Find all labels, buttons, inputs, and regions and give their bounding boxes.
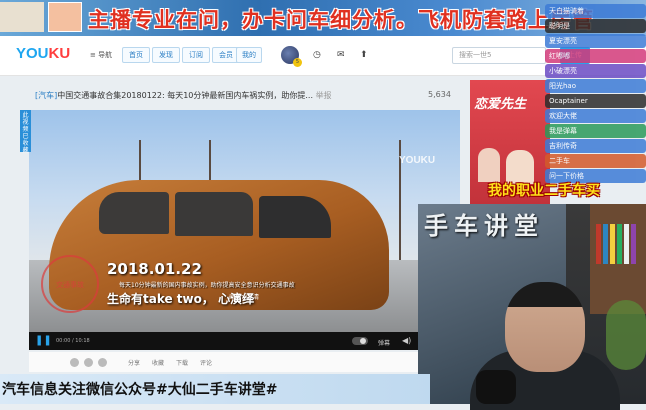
top-banner-text: 主播专业在问，办卡问车细分析。飞机防套路上房管: [88, 8, 594, 32]
top-left-thumbnail: [0, 2, 44, 32]
streamer-avatar: [48, 2, 82, 32]
car-window: [259, 196, 331, 238]
video-caption-small: 每天10分钟最新的国内事故实例，助你提高安全意识分析交通事故: [119, 282, 295, 289]
time-label: 00:00 / 10:18: [56, 338, 90, 344]
tab-home[interactable]: 首页: [122, 47, 150, 63]
chat-message: 红嘟嘟: [545, 49, 646, 63]
action-share[interactable]: 分享: [128, 358, 140, 367]
coin-icon[interactable]: [98, 358, 107, 367]
book: [610, 224, 615, 264]
nav-menu-button[interactable]: ≡ 导航: [90, 50, 112, 60]
book: [624, 224, 629, 264]
stream-chat-overlay: 天白猫骑着 聪明是 夏安漂亮 红嘟嘟 小破漂亮 阳光hao Ocaptainer 欢迎大佬 我是…: [545, 4, 646, 184]
video-date-overlay: 2018.01.22: [107, 260, 202, 278]
clock-icon[interactable]: ◷: [313, 50, 323, 60]
tab-subscribe[interactable]: 订阅: [182, 47, 210, 63]
chat-message: 天白猫骑着: [545, 4, 646, 18]
video-title: [汽车]中国交通事故合集20180122: 每天10分钟最新国内车祸实例，助你提…: [35, 90, 455, 101]
like-icon[interactable]: [84, 358, 93, 367]
book: [596, 224, 601, 264]
book: [617, 224, 622, 264]
category-tag[interactable]: [汽车]: [35, 91, 57, 100]
action-download[interactable]: 下载: [176, 358, 188, 367]
pause-icon[interactable]: ❚❚: [35, 336, 52, 346]
microphone: [476, 370, 516, 404]
plant: [606, 300, 646, 370]
video-player[interactable]: YOUKU 交通事故 2018.01.22 每天10分钟最新的国内事故实例，助你…: [29, 110, 460, 332]
user-level-badge: 5: [293, 58, 302, 67]
video-title-text: 中国交通事故合集20180122: 每天10分钟最新国内车祸实例，助你提...: [57, 91, 314, 100]
car-window: [175, 192, 253, 236]
ad-title: 恋爱先生: [474, 97, 527, 112]
chat-message: 聪明是: [545, 19, 646, 33]
toggle-knob: [360, 338, 366, 344]
action-collect[interactable]: 收藏: [152, 358, 164, 367]
report-link[interactable]: 举报: [316, 91, 332, 100]
side-collect-tag[interactable]: 此视频已收藏: [20, 110, 31, 154]
video-quality-overlay: 画质：超清: [229, 294, 260, 301]
car-window: [99, 192, 169, 234]
upload-icon[interactable]: ⬆: [360, 50, 370, 60]
danmaku-label: 弹幕: [378, 340, 391, 347]
poster-title: 手车讲堂: [424, 211, 544, 240]
bottom-banner-text: 汽车信息关注微信公众号#大仙二手车讲堂#: [2, 382, 278, 398]
search-input[interactable]: 搜索一世5: [452, 47, 546, 64]
chat-message: 我是弹幕: [545, 124, 646, 138]
ad-person: [478, 148, 500, 182]
channel-stamp: 交通事故: [41, 255, 99, 313]
chat-message: 二手车: [545, 154, 646, 168]
chat-message: 夏安漂亮: [545, 34, 646, 48]
player-controls: [29, 332, 460, 350]
video-watermark: YOUKU: [399, 155, 436, 166]
video-actions-row: [29, 352, 460, 372]
tab-discover[interactable]: 发现: [152, 47, 180, 63]
streamer-head: [505, 282, 585, 372]
view-count: 5,634: [428, 90, 451, 99]
chat-message: 吉利传奇: [545, 139, 646, 153]
chat-message: 欢迎大佬: [545, 109, 646, 123]
book: [603, 224, 608, 264]
chat-message: 小破漂亮: [545, 64, 646, 78]
youku-logo[interactable]: YOUKU: [16, 45, 70, 62]
tab-mine[interactable]: 我的: [236, 47, 262, 63]
book: [631, 224, 636, 264]
webcam-banner-text: 我的职业二手车买: [488, 183, 600, 199]
chat-message: Ocaptainer: [545, 94, 646, 108]
share-icon[interactable]: [70, 358, 79, 367]
volume-icon[interactable]: ◀): [402, 336, 411, 345]
action-comment[interactable]: 评论: [200, 358, 212, 367]
chat-message: 阳光hao: [545, 79, 646, 93]
mail-icon[interactable]: ✉: [337, 50, 347, 60]
ad-person: [506, 150, 534, 184]
